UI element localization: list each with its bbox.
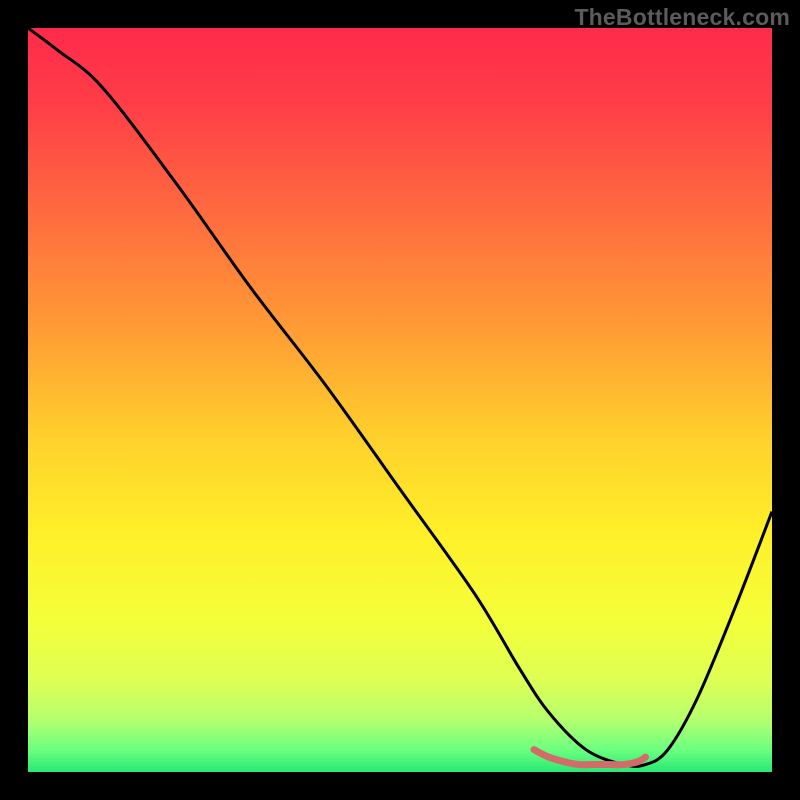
bottleneck-chart: [28, 28, 772, 772]
watermark-text: TheBottleneck.com: [574, 4, 790, 31]
gradient-background: [28, 28, 772, 772]
chart-container: TheBottleneck.com: [0, 0, 800, 800]
